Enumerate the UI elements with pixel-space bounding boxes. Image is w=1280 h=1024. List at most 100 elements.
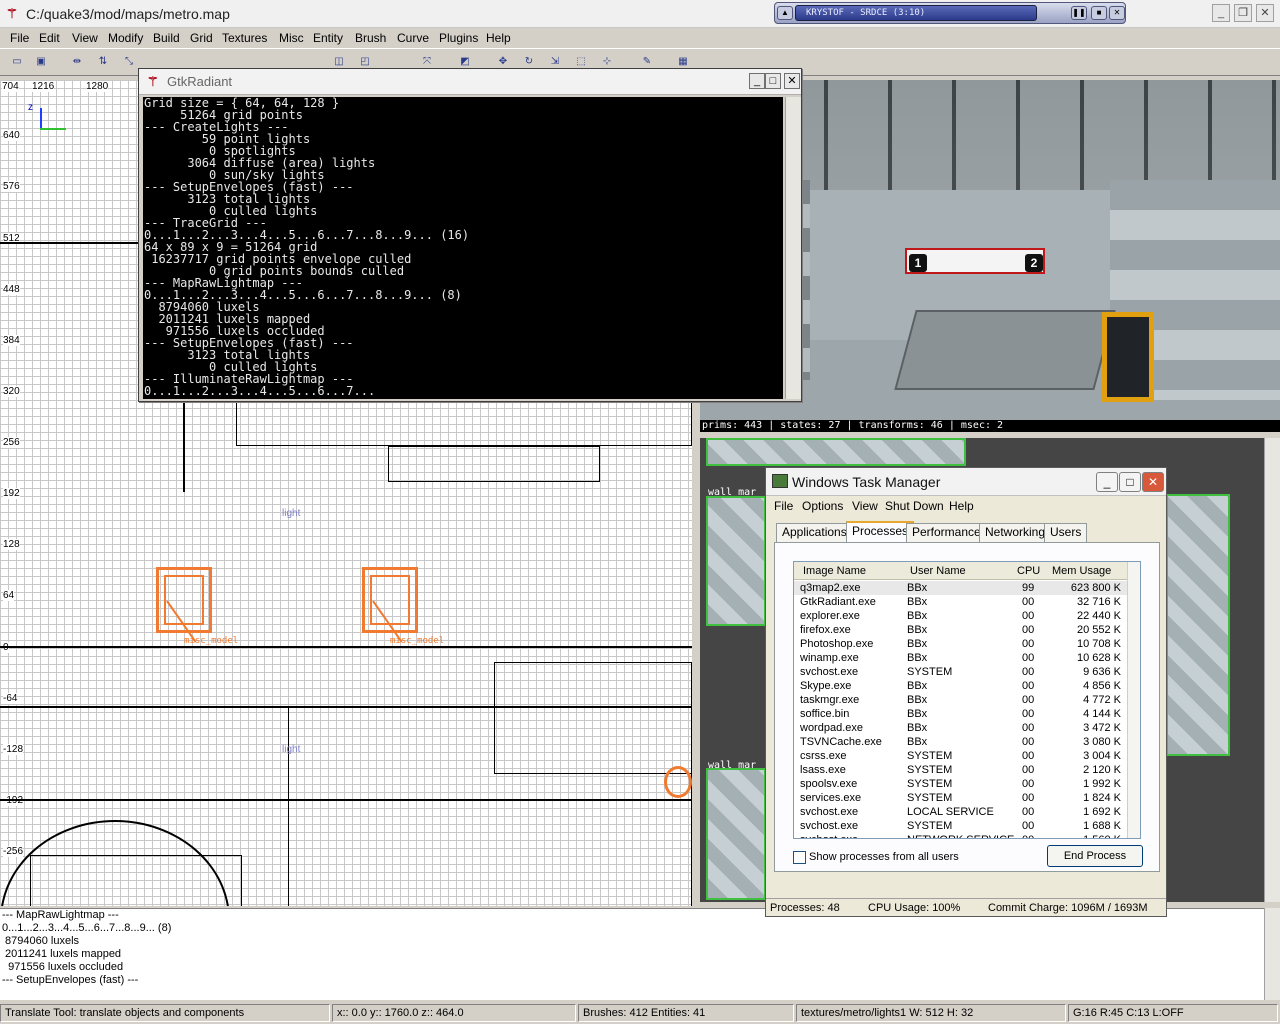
x-axis-indicator xyxy=(40,128,66,130)
process-row[interactable]: svchost.exe SYSTEM 00 1 688 K xyxy=(794,819,1127,833)
texture-thumbnail[interactable] xyxy=(706,438,966,466)
taskmgr-titlebar[interactable]: Windows Task Manager _ □ ✕ xyxy=(766,468,1166,496)
menu-curve[interactable]: Curve xyxy=(397,31,429,45)
texture-scrollbar[interactable] xyxy=(1264,438,1280,902)
open-icon[interactable]: ▭ xyxy=(8,53,26,71)
process-row[interactable]: services.exe SYSTEM 00 1 824 K xyxy=(794,791,1127,805)
menu-plugins[interactable]: Plugins xyxy=(439,31,478,45)
minimize-icon[interactable]: _ xyxy=(1212,4,1230,22)
tab-networking[interactable]: Networking xyxy=(979,523,1052,542)
close-icon[interactable]: ✕ xyxy=(784,73,800,89)
y-tick: 128 xyxy=(3,539,20,550)
light-entity-label[interactable]: light xyxy=(282,744,300,755)
maximize-icon[interactable]: □ xyxy=(1119,472,1141,492)
tm-menu-view[interactable]: View xyxy=(852,499,878,513)
menu-brush[interactable]: Brush xyxy=(355,31,386,45)
col-mem-usage[interactable]: Mem Usage xyxy=(1052,565,1111,577)
process-user-name: BBx xyxy=(907,610,928,622)
x-tick: 704 xyxy=(2,81,19,92)
process-image-name: q3map2.exe xyxy=(800,582,861,594)
menu-view[interactable]: View xyxy=(72,31,98,45)
misc-model[interactable] xyxy=(156,567,212,643)
process-user-name: BBx xyxy=(907,708,928,720)
process-row[interactable]: Skype.exe BBx 00 4 856 K xyxy=(794,679,1127,693)
process-row[interactable]: spoolsv.exe SYSTEM 00 1 992 K xyxy=(794,777,1127,791)
media-pause-icon[interactable]: ❚❚ xyxy=(1071,6,1087,20)
gtk-console-scrollbar[interactable] xyxy=(785,97,801,399)
menu-textures[interactable]: Textures xyxy=(222,31,267,45)
process-list-scrollbar[interactable] xyxy=(1127,562,1140,838)
light-entity-label[interactable]: light xyxy=(282,508,300,519)
process-row[interactable]: soffice.bin BBx 00 4 144 K xyxy=(794,707,1127,721)
process-image-name: csrss.exe xyxy=(800,750,847,762)
process-mem-usage: 1 992 K xyxy=(1083,778,1121,790)
y-tick: -256 xyxy=(3,846,24,857)
flip-x-icon[interactable]: ⇹ xyxy=(68,53,86,71)
process-row[interactable]: GtkRadiant.exe BBx 00 32 716 K xyxy=(794,595,1127,609)
process-mem-usage: 3 472 K xyxy=(1083,722,1121,734)
taskmgr-statusbar: Processes: 48 CPU Usage: 100% Commit Cha… xyxy=(766,898,1166,917)
media-menu-icon[interactable]: ▲ xyxy=(777,6,793,20)
close-icon[interactable]: ✕ xyxy=(1142,472,1164,492)
process-row[interactable]: Photoshop.exe BBx 00 10 708 K xyxy=(794,637,1127,651)
minimize-icon[interactable]: _ xyxy=(1096,472,1118,492)
console-scrollbar[interactable] xyxy=(1264,908,1280,1000)
tab-users[interactable]: Users xyxy=(1044,523,1088,542)
menu-file[interactable]: File xyxy=(10,31,29,45)
menu-build[interactable]: Build xyxy=(153,31,180,45)
menu-modify[interactable]: Modify xyxy=(108,31,143,45)
tm-menu-options[interactable]: Options xyxy=(802,499,843,513)
misc-model[interactable] xyxy=(362,567,418,643)
menu-entity[interactable]: Entity xyxy=(313,31,343,45)
process-row[interactable]: TSVNCache.exe BBx 00 3 080 K xyxy=(794,735,1127,749)
tab-performance[interactable]: Performance xyxy=(906,523,987,542)
console-line: 0...1...2...3...4...5...6...7...8...9...… xyxy=(2,922,172,934)
flip-z-icon[interactable]: ⤡ xyxy=(120,53,138,71)
menu-edit[interactable]: Edit xyxy=(39,31,60,45)
brush-edge xyxy=(0,646,692,648)
process-row[interactable]: svchost.exe SYSTEM 00 9 636 K xyxy=(794,665,1127,679)
tab-applications[interactable]: Applications xyxy=(776,523,853,542)
gtk-titlebar[interactable]: ⚚ GtkRadiant _ □ ✕ xyxy=(139,69,801,95)
close-icon[interactable]: ✕ xyxy=(1256,4,1274,22)
col-cpu[interactable]: CPU xyxy=(1017,565,1040,577)
process-cpu: 00 xyxy=(1022,722,1035,734)
maximize-icon[interactable]: ❐ xyxy=(1234,4,1252,22)
maximize-icon[interactable]: □ xyxy=(765,73,781,89)
texture-thumbnail[interactable] xyxy=(706,496,766,626)
process-row[interactable]: winamp.exe BBx 00 10 628 K xyxy=(794,651,1127,665)
status-cpu: CPU Usage: 100% xyxy=(868,902,961,914)
media-player-bar[interactable]: ▲ KRYSTOF - SRDCE (3:10) ❚❚ ■ ✕ xyxy=(774,2,1126,24)
radiant-icon: ⚚ xyxy=(6,6,18,21)
process-row[interactable]: q3map2.exe BBx 99 623 800 K xyxy=(794,581,1127,595)
process-row[interactable]: firefox.exe BBx 00 20 552 K xyxy=(794,623,1127,637)
show-all-users-checkbox[interactable] xyxy=(793,851,806,864)
col-user-name[interactable]: User Name xyxy=(910,565,966,577)
tm-menu-shutdown[interactable]: Shut Down xyxy=(885,499,944,513)
flip-y-icon[interactable]: ⇅ xyxy=(94,53,112,71)
texture-thumbnail[interactable] xyxy=(1166,494,1230,756)
process-row[interactable]: lsass.exe SYSTEM 00 2 120 K xyxy=(794,763,1127,777)
media-stop-icon[interactable]: ■ xyxy=(1091,6,1107,20)
tm-menu-file[interactable]: File xyxy=(774,499,793,513)
save-icon[interactable]: ▣ xyxy=(32,53,50,71)
tab-processes[interactable]: Processes xyxy=(846,521,915,543)
light-model[interactable] xyxy=(664,766,692,798)
col-image-name[interactable]: Image Name xyxy=(803,565,866,577)
process-row[interactable]: svchost.exe NETWORK SERVICE 00 1 560 K xyxy=(794,833,1127,838)
process-row[interactable]: explorer.exe BBx 00 22 440 K xyxy=(794,609,1127,623)
media-close-icon[interactable]: ✕ xyxy=(1109,6,1125,20)
process-list[interactable]: Image Name User Name CPU Mem Usage q3map… xyxy=(793,561,1141,839)
process-row[interactable]: svchost.exe LOCAL SERVICE 00 1 692 K xyxy=(794,805,1127,819)
menu-help[interactable]: Help xyxy=(486,31,511,45)
menu-misc[interactable]: Misc xyxy=(279,31,304,45)
texture-thumbnail[interactable] xyxy=(706,768,766,900)
minimize-icon[interactable]: _ xyxy=(749,73,765,89)
end-process-button[interactable]: End Process xyxy=(1047,845,1143,867)
process-row[interactable]: taskmgr.exe BBx 00 4 772 K xyxy=(794,693,1127,707)
process-row[interactable]: csrss.exe SYSTEM 00 3 004 K xyxy=(794,749,1127,763)
menu-grid[interactable]: Grid xyxy=(190,31,213,45)
process-image-name: svchost.exe xyxy=(800,806,859,818)
tm-menu-help[interactable]: Help xyxy=(949,499,974,513)
process-row[interactable]: wordpad.exe BBx 00 3 472 K xyxy=(794,721,1127,735)
